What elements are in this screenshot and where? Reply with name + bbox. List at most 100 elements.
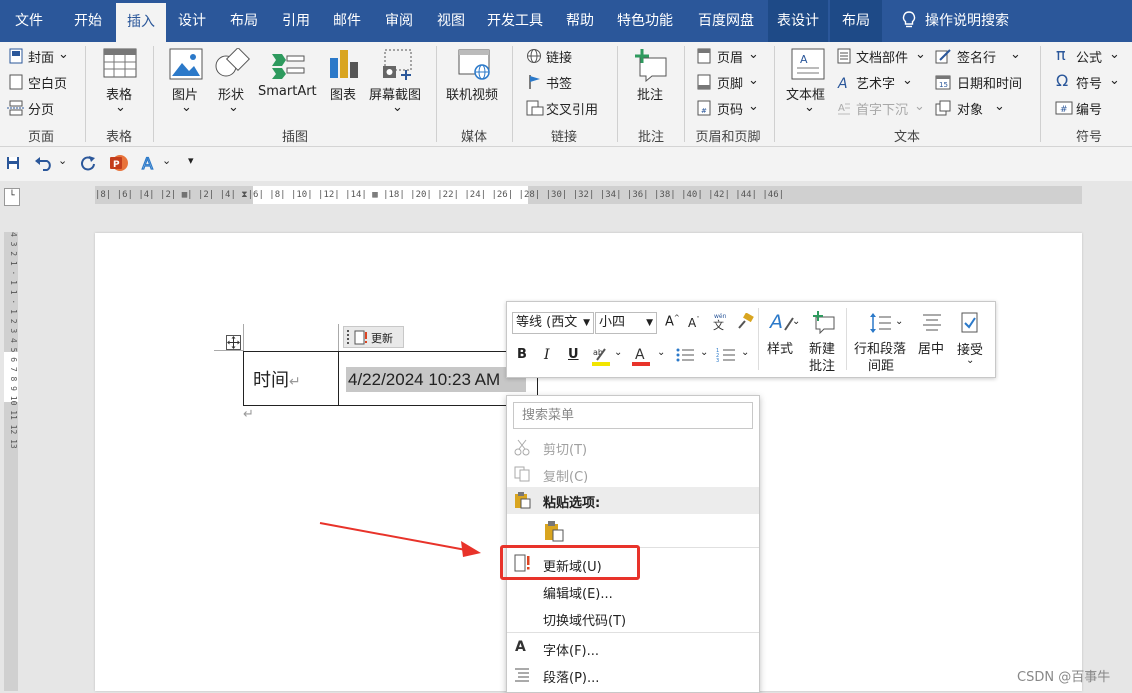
font-size-combo[interactable]: 小四 ▼: [595, 312, 657, 334]
chevron-down-icon[interactable]: ⌄: [614, 347, 622, 358]
insert-chart-button[interactable]: 图表: [330, 84, 356, 103]
date-time-button[interactable]: 日期和时间: [957, 73, 1022, 92]
underline-button[interactable]: U: [568, 347, 579, 362]
center-button[interactable]: 居中: [918, 338, 944, 357]
quick-access-toolbar: ⌄ P A ⌄ ▾: [0, 147, 1132, 181]
insert-link-button[interactable]: 链接: [546, 47, 572, 66]
blank-page-button[interactable]: 空白页: [28, 73, 67, 92]
powerpoint-icon[interactable]: P: [108, 153, 130, 173]
chevron-down-icon[interactable]: ⌄: [58, 154, 67, 167]
drop-cap-button[interactable]: 首字下沉: [856, 99, 908, 118]
chevron-down-icon[interactable]: ⌄: [966, 355, 974, 366]
tab-review[interactable]: 审阅: [375, 0, 423, 42]
phonetic-guide-icon[interactable]: wén文: [711, 311, 729, 331]
grow-font-icon[interactable]: A^: [665, 314, 680, 329]
number-button[interactable]: 编号: [1076, 99, 1102, 118]
tab-developer[interactable]: 开发工具: [480, 0, 550, 42]
italic-button[interactable]: I: [544, 347, 550, 363]
chevron-down-icon[interactable]: ⌄: [700, 347, 708, 358]
tab-table-layout[interactable]: 布局: [830, 0, 882, 42]
font-color-icon[interactable]: A: [631, 345, 651, 367]
wordart-button[interactable]: 艺术字: [856, 73, 895, 92]
text-effects-icon[interactable]: A: [140, 154, 158, 172]
bookmark-button[interactable]: 书签: [546, 73, 572, 92]
comment-icon: [635, 49, 667, 82]
date-field-value[interactable]: 4/22/2024 10:23 AM: [346, 367, 526, 392]
paste-keep-text-icon[interactable]: [543, 520, 565, 542]
menu-search-input[interactable]: 搜索菜单: [513, 402, 753, 429]
accept-change-icon[interactable]: [961, 312, 979, 334]
cross-reference-button[interactable]: 交叉引用: [546, 99, 598, 118]
styles-button[interactable]: 样式: [767, 338, 793, 357]
online-video-icon: [458, 49, 490, 80]
tell-me-search[interactable]: 操作说明搜索: [925, 0, 1017, 42]
tab-table-design[interactable]: 表设计: [768, 0, 828, 42]
group-label-header-footer: 页眉和页脚: [695, 130, 761, 145]
chevron-down-icon: ⌄: [748, 99, 759, 114]
group-separator: [512, 46, 513, 142]
shrink-font-icon[interactable]: Aˇ: [688, 316, 700, 330]
new-comment-button[interactable]: 批注: [637, 84, 663, 103]
redo-icon[interactable]: [80, 155, 96, 171]
cover-page-button[interactable]: 封面: [28, 47, 54, 66]
group-separator: [774, 46, 775, 142]
bold-button[interactable]: B: [517, 347, 527, 362]
tab-special-features[interactable]: 特色功能: [610, 0, 680, 42]
format-painter-icon[interactable]: [736, 313, 754, 329]
menu-item-toggle-field-codes[interactable]: 切换域代码(T): [543, 610, 626, 629]
tab-mailings[interactable]: 邮件: [323, 0, 371, 42]
tab-layout[interactable]: 布局: [220, 0, 268, 42]
header-button[interactable]: 页眉: [717, 47, 743, 66]
chevron-down-icon[interactable]: ⌄: [741, 347, 749, 358]
new-comment-label-2[interactable]: 批注: [809, 355, 835, 374]
page-number-button[interactable]: 页码: [717, 99, 743, 118]
bullets-icon[interactable]: [675, 347, 695, 363]
tab-file[interactable]: 文件: [4, 0, 54, 42]
quick-parts-button[interactable]: 文档部件: [856, 47, 908, 66]
tab-insert[interactable]: 插入: [116, 0, 166, 42]
chart-icon: [330, 50, 358, 78]
undo-icon[interactable]: [34, 155, 54, 171]
lightbulb-icon: [902, 11, 916, 28]
chevron-down-icon: ⌄: [115, 100, 126, 115]
field-update-tag[interactable]: 更新: [343, 326, 404, 348]
line-spacing-label-2[interactable]: 间距: [868, 355, 894, 374]
tab-references[interactable]: 引用: [272, 0, 320, 42]
menu-item-edit-field[interactable]: 编辑域(E)...: [543, 583, 613, 602]
table-move-handle-icon[interactable]: [226, 335, 241, 350]
line-spacing-icon[interactable]: [869, 312, 893, 334]
new-comment-icon[interactable]: [812, 310, 836, 334]
tab-view[interactable]: 视图: [427, 0, 475, 42]
menu-item-font[interactable]: 字体(F)...: [543, 640, 599, 659]
menu-item-copy[interactable]: 复制(C): [543, 466, 588, 485]
font-name-combo[interactable]: 等线 (西文 ▼: [512, 312, 594, 334]
tab-stop-selector[interactable]: └: [4, 188, 20, 206]
equation-button[interactable]: 公式: [1076, 47, 1102, 66]
page-break-button[interactable]: 分页: [28, 99, 54, 118]
chevron-down-icon[interactable]: ⌄: [792, 316, 800, 327]
chevron-down-icon[interactable]: ⌄: [162, 154, 171, 167]
highlight-color-icon[interactable]: ab: [591, 345, 611, 367]
insert-smartart-button[interactable]: SmartArt: [258, 84, 317, 99]
cover-page-icon: [9, 48, 23, 64]
tab-baidu-netdisk[interactable]: 百度网盘: [686, 0, 766, 42]
customize-qat-icon[interactable]: ▾: [188, 154, 194, 167]
menu-item-paragraph[interactable]: 段落(P)...: [543, 667, 599, 686]
wordart-icon: A: [837, 76, 848, 90]
numbering-list-icon[interactable]: 123: [716, 347, 736, 363]
chevron-down-icon[interactable]: ⌄: [657, 347, 665, 358]
symbol-button[interactable]: 符号: [1076, 73, 1102, 92]
menu-item-cut[interactable]: 剪切(T): [543, 439, 587, 458]
object-button[interactable]: 对象: [957, 99, 983, 118]
center-align-icon[interactable]: [921, 312, 943, 334]
chevron-down-icon[interactable]: ⌄: [895, 316, 903, 327]
signature-line-button[interactable]: 签名行: [957, 47, 996, 66]
footer-button[interactable]: 页脚: [717, 73, 743, 92]
floating-mini-toolbar: 等线 (西文 ▼ 小四 ▼ A^ Aˇ wén 文 B I U ab ⌄ A ⌄ ⌄ …: [506, 301, 996, 378]
tab-home[interactable]: 开始: [62, 0, 114, 42]
tab-help[interactable]: 帮助: [556, 0, 604, 42]
tab-design[interactable]: 设计: [168, 0, 216, 42]
save-icon[interactable]: [6, 156, 20, 170]
online-video-button[interactable]: 联机视频: [446, 84, 498, 103]
table-gridline: [214, 350, 244, 351]
